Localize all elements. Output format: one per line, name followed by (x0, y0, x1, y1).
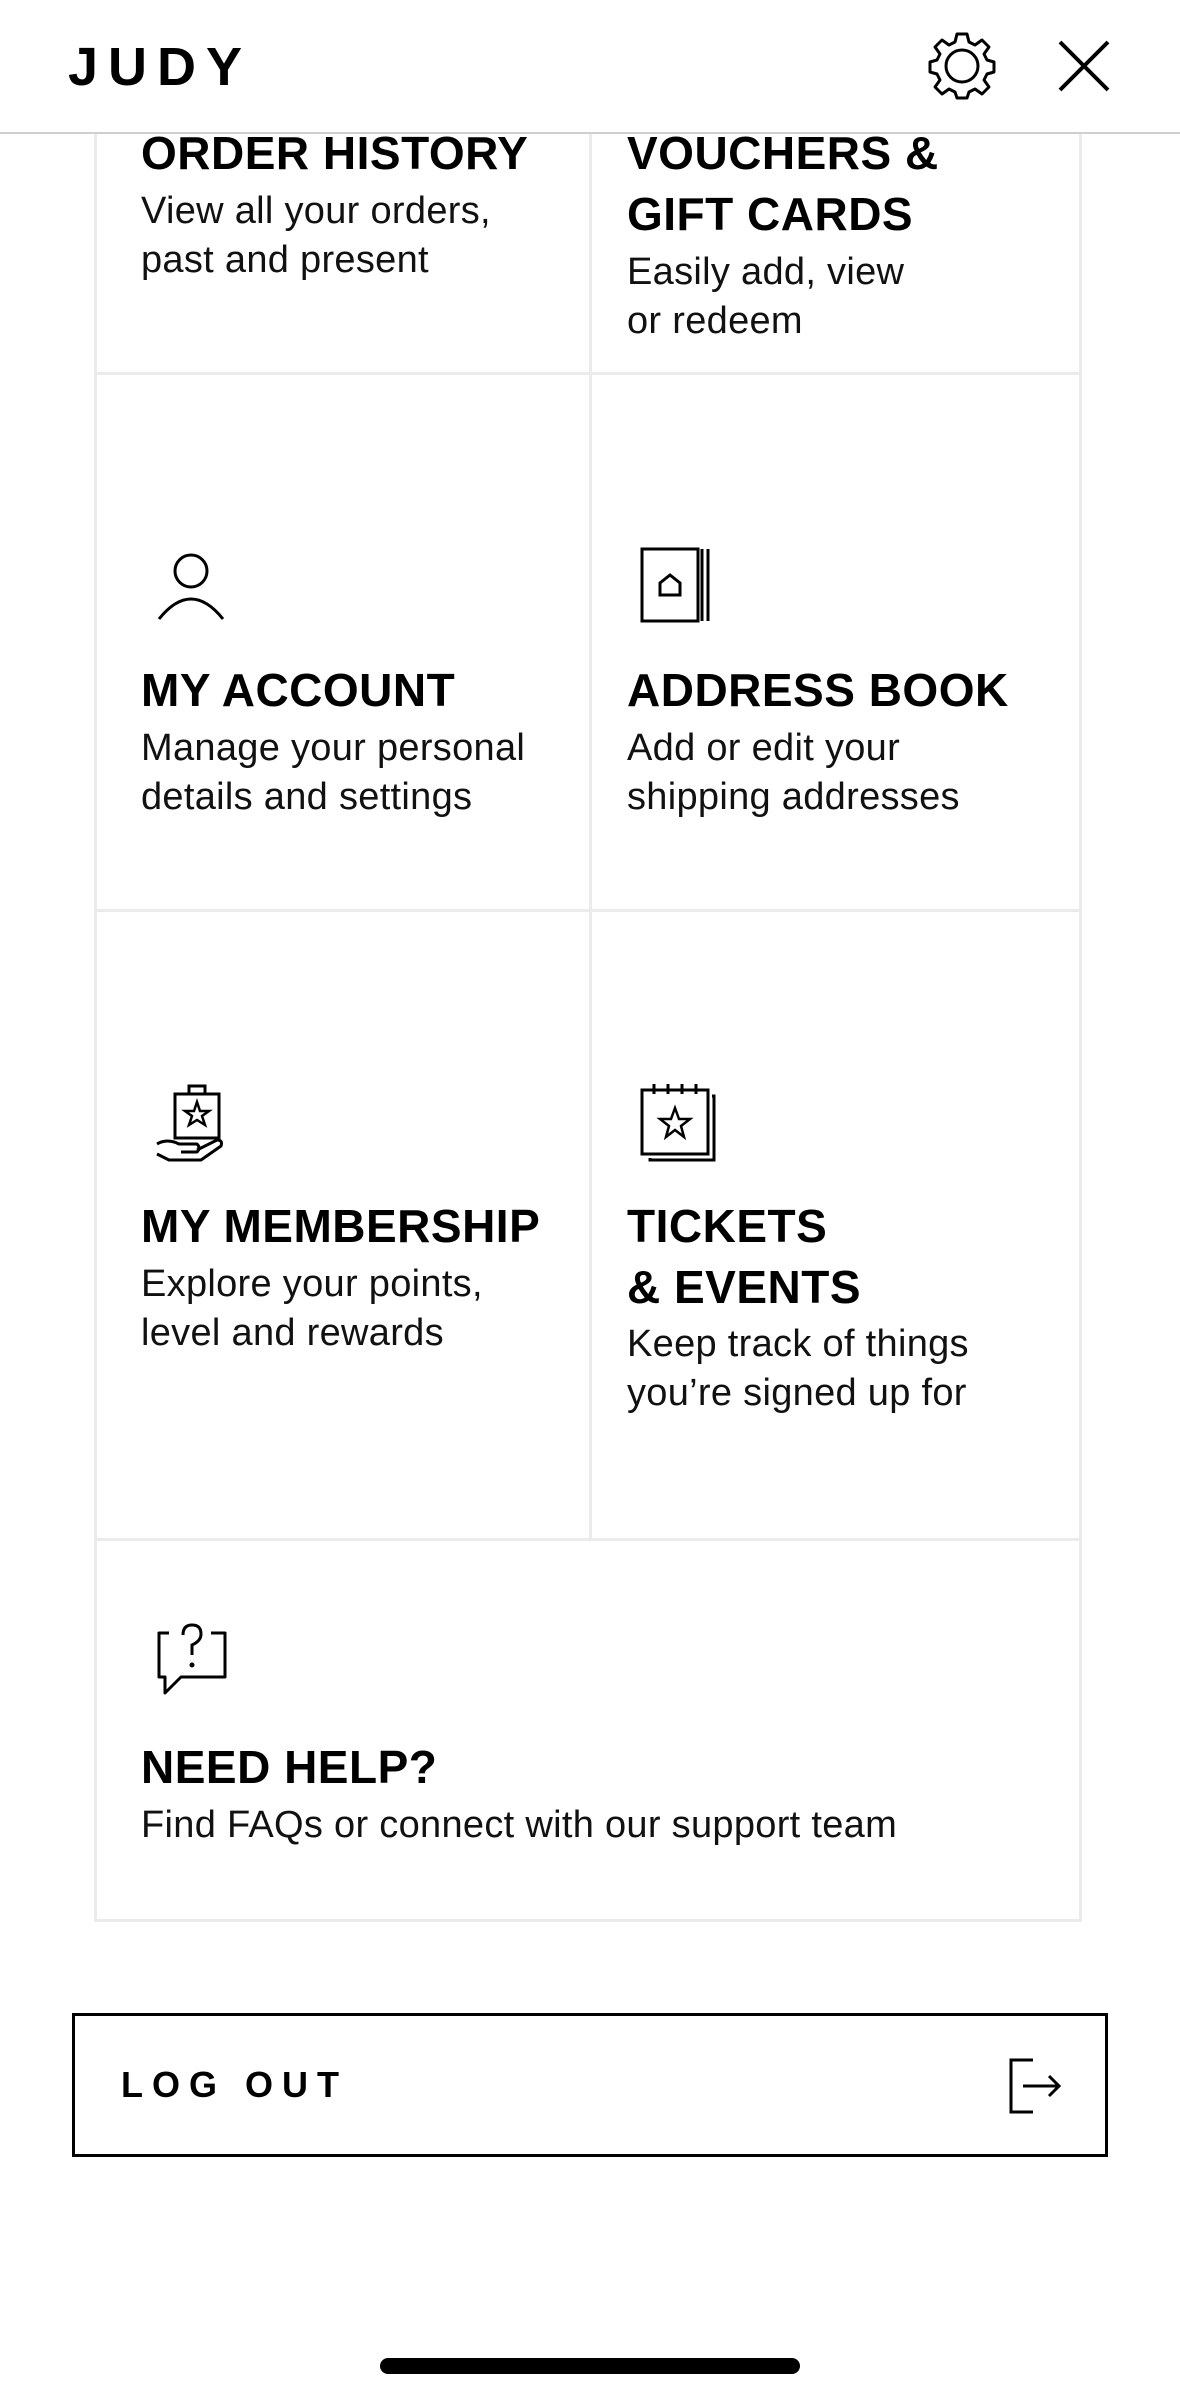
close-icon[interactable] (1048, 30, 1120, 102)
account-card-grid: ORDER HISTORY View all your orders, past… (94, 0, 1082, 1922)
need-help-description: Find FAQs or connect with our support te… (141, 1804, 898, 1846)
address-book-icon (640, 547, 710, 623)
my-account-description: Manage your personal details and setting… (141, 727, 526, 818)
home-indicator[interactable] (380, 2358, 800, 2374)
address-book-description: Add or edit your shipping addresses (627, 727, 960, 818)
tickets-events-card[interactable]: TICKETS & EVENTS Keep track of things yo… (592, 912, 1082, 1538)
app-header: JUDY (0, 0, 1180, 134)
order-history-description: View all your orders, past and present (141, 190, 491, 281)
brand-logo-text: JUDY (68, 37, 253, 97)
need-help-card[interactable]: NEED HELP? Find FAQs or connect with our… (97, 1541, 1079, 1919)
vouchers-title: VOUCHERS & GIFT CARDS (627, 127, 939, 240)
address-book-card[interactable]: ADDRESS BOOK Add or edit your shipping a… (592, 375, 1082, 909)
address-book-title: ADDRESS BOOK (627, 664, 1009, 716)
my-account-card[interactable]: MY ACCOUNT Manage your personal details … (97, 375, 589, 909)
user-icon (157, 553, 225, 620)
vouchers-description: Easily add, view or redeem (627, 251, 905, 342)
membership-bag-icon (156, 1084, 223, 1162)
tickets-events-title: TICKETS & EVENTS (627, 1200, 862, 1313)
my-membership-card[interactable]: MY MEMBERSHIP Explore your points, level… (97, 912, 589, 1538)
gear-icon[interactable] (926, 30, 998, 102)
my-account-title: MY ACCOUNT (141, 664, 456, 716)
logout-label: LOG OUT (121, 2064, 348, 2105)
my-membership-title: MY MEMBERSHIP (141, 1200, 541, 1252)
help-chat-icon (157, 1623, 227, 1695)
logout-button[interactable]: LOG OUT (72, 2013, 1108, 2157)
ticket-calendar-icon (640, 1084, 716, 1162)
my-membership-description: Explore your points, level and rewards (141, 1263, 483, 1354)
tickets-events-description: Keep track of things you’re signed up fo… (627, 1323, 969, 1414)
need-help-title: NEED HELP? (141, 1741, 438, 1793)
logout-icon (1009, 2058, 1062, 2114)
account-menu-page: ORDER HISTORY View all your orders, past… (0, 0, 1180, 2396)
